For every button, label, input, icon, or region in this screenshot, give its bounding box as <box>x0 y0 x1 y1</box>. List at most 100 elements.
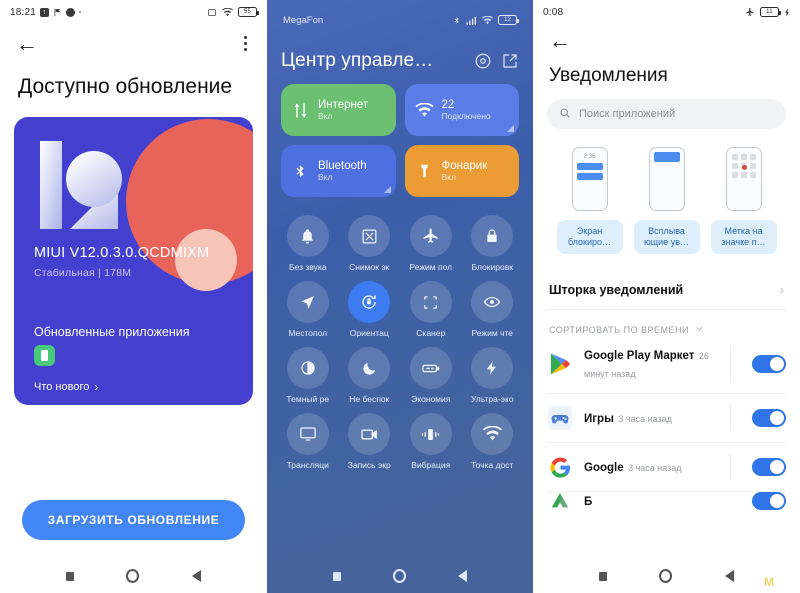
lockscreen-preview: 2:36 <box>571 147 608 211</box>
search-app-input[interactable]: Поиск приложений <box>547 99 786 129</box>
sort-by-time-control[interactable]: СОРТИРОВАТЬ ПО ВРЕМЕНИ <box>549 324 784 335</box>
tile-sublabel: Подключено <box>441 111 491 121</box>
tile-label: Интернет <box>318 98 369 111</box>
wifi-icon <box>482 15 493 25</box>
grid-tile-label: Ориентац <box>349 328 389 338</box>
home-circle-icon[interactable] <box>393 569 406 583</box>
airplane-icon <box>409 215 452 257</box>
screenshot-icon <box>207 8 217 17</box>
preview-time: 2:36 <box>583 154 596 160</box>
charging-bolt-icon <box>784 7 790 17</box>
recents-square-icon[interactable] <box>599 571 608 581</box>
navbar-notifications <box>533 559 800 593</box>
panel-control-center: MegaFon 12 Центр управле… Интернет Вкл 2… <box>267 0 533 593</box>
notification-shade-row[interactable]: Шторка уведомлений › <box>547 276 786 310</box>
grid-tile-label: Темный ре <box>286 394 330 404</box>
notification-app-row-partial[interactable]: Б <box>547 492 786 512</box>
tile-sublabel: Вкл <box>441 172 456 182</box>
shield-icon <box>66 7 76 17</box>
grid-tile-label: Экономия <box>411 394 451 404</box>
preview-label: Экран блокиро… <box>556 220 623 254</box>
preview-label: Метка на значке п… <box>710 220 777 254</box>
settings-gear-icon[interactable] <box>474 52 492 70</box>
back-arrow-icon[interactable]: ← <box>549 28 571 53</box>
search-icon <box>559 107 571 122</box>
hotspot-icon <box>471 413 514 455</box>
grid-tile-vibration[interactable]: Вибрация <box>400 413 462 470</box>
status-bar-control-center: MegaFon 12 <box>267 0 533 40</box>
wifi-icon <box>415 101 434 120</box>
preview-popup[interactable]: Всплыва ющие ув… <box>633 147 700 254</box>
grid-tile-reading-mode[interactable]: Режим чте <box>462 281 524 338</box>
popup-preview <box>648 147 685 211</box>
app-name: Игры <box>584 413 614 425</box>
preview-lockscreen[interactable]: 2:36 Экран блокиро… <box>556 147 623 254</box>
grid-tile-ultra-saver[interactable]: Ультра-эко <box>462 347 524 404</box>
back-triangle-icon[interactable] <box>458 570 467 582</box>
back-arrow-icon[interactable]: ← <box>16 32 38 55</box>
notification-app-row[interactable]: Игры 3 часа назад <box>547 394 786 443</box>
grid-tile-cast[interactable]: Трансляци <box>277 413 339 470</box>
grid-tile-label: Режим пол <box>409 262 453 272</box>
status-bar-right: 11 <box>745 7 790 17</box>
app-name: Google <box>584 462 624 474</box>
location-arrow-icon <box>286 281 329 323</box>
notification-app-row[interactable]: Google Play Маркет 26 минут назад <box>547 335 786 394</box>
notification-toggle[interactable] <box>752 355 786 373</box>
notification-app-row[interactable]: Google 3 часа назад <box>547 443 786 492</box>
tile-flashlight[interactable]: Фонарик Вкл <box>404 145 519 197</box>
grid-tile-dark-mode[interactable]: Темный ре <box>277 347 339 404</box>
recents-square-icon[interactable] <box>66 571 75 581</box>
back-triangle-icon[interactable] <box>724 570 734 582</box>
home-circle-icon[interactable] <box>659 569 673 583</box>
preview-badge[interactable]: Метка на значке п… <box>710 147 777 254</box>
grid-tile-dnd[interactable]: Не беспок <box>339 347 401 404</box>
grid-tile-scanner[interactable]: Сканер <box>400 281 462 338</box>
quick-setting-big-tiles: Интернет Вкл 22 Подключено Bluetooth Вкл… <box>267 78 533 197</box>
screenshot-scissors-icon <box>348 215 391 257</box>
home-circle-icon[interactable] <box>126 569 140 583</box>
whats-new-link[interactable]: Что нового › <box>34 380 98 394</box>
recents-square-icon[interactable] <box>333 571 341 581</box>
watermark: M <box>764 575 774 589</box>
grid-tile-label: Трансляци <box>286 460 329 470</box>
grid-tile-label: Блокировк <box>471 262 513 272</box>
app-name: Google Play Маркет <box>584 350 695 362</box>
notification-toggle[interactable] <box>752 492 786 510</box>
notification-toggle[interactable] <box>752 458 786 476</box>
moon-icon <box>348 347 391 389</box>
grid-tile-battery-saver[interactable]: Экономия <box>400 347 462 404</box>
tile-bluetooth[interactable]: Bluetooth Вкл <box>281 145 396 197</box>
overflow-menu-icon[interactable] <box>240 32 251 55</box>
edit-icon[interactable] <box>501 52 519 70</box>
grid-tile-location[interactable]: Местопол <box>277 281 339 338</box>
back-triangle-icon[interactable] <box>191 570 201 582</box>
preview-popup-bar <box>653 152 680 162</box>
notification-toggle[interactable] <box>752 409 786 427</box>
tile-sublabel: Вкл <box>318 111 333 121</box>
grid-tile-screen-record[interactable]: Запись экр <box>339 413 401 470</box>
grid-tile-silent[interactable]: Без звука <box>277 215 339 272</box>
games-gamepad-icon <box>547 405 573 431</box>
update-card[interactable]: MIUI V12.0.3.0.QCDMIXM Стабильная | 178M… <box>14 117 253 405</box>
row-divider <box>730 405 731 431</box>
grid-tile-orientation[interactable]: Ориентац <box>339 281 401 338</box>
status-bar-left: 0:08 <box>543 7 563 18</box>
miui-12-logo <box>40 141 122 229</box>
app-time: 3 часа назад <box>618 414 672 424</box>
grid-tile-screenshot[interactable]: Снимок эк <box>339 215 401 272</box>
tile-expand-corner-icon[interactable] <box>507 125 514 132</box>
grid-tile-airplane[interactable]: Режим пол <box>400 215 462 272</box>
download-update-button[interactable]: ЗАГРУЗИТЬ ОБНОВЛЕНИЕ <box>22 500 245 540</box>
tile-expand-corner-icon[interactable] <box>383 186 391 193</box>
grid-tile-lock[interactable]: Блокировк <box>462 215 524 272</box>
grid-tile-hotspot[interactable]: Точка дост <box>462 413 524 470</box>
tile-wifi[interactable]: 22 Подключено <box>404 84 519 136</box>
dark-mode-icon <box>286 347 329 389</box>
grid-tile-label: Точка дост <box>471 460 514 470</box>
notification-shade-label: Шторка уведомлений <box>549 282 684 297</box>
tile-internet[interactable]: Интернет Вкл <box>281 84 396 136</box>
badge-dot-icon <box>741 165 747 170</box>
grid-tile-label: Ультра-эко <box>470 394 514 404</box>
bell-icon <box>286 215 329 257</box>
